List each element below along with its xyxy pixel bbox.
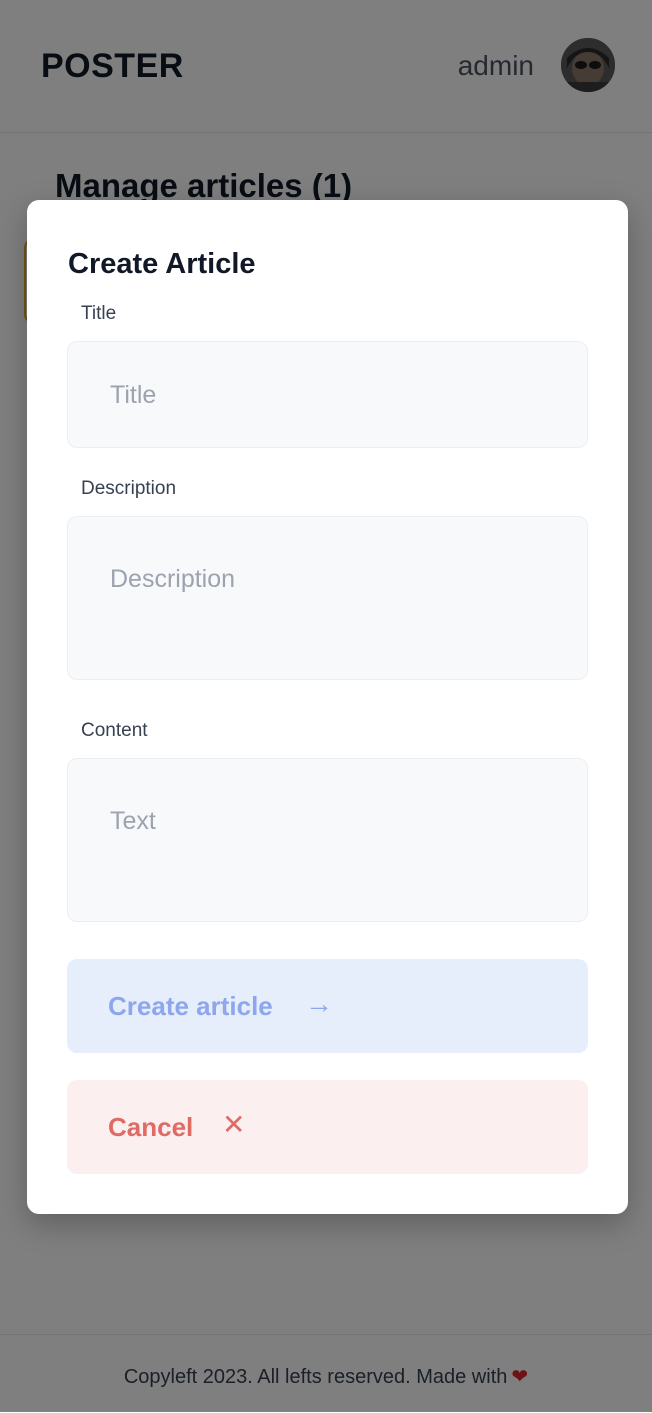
arrow-right-icon: → [305, 988, 333, 1019]
description-textarea-placeholder: Description [110, 565, 236, 593]
content-textarea-placeholder: Text [110, 807, 156, 835]
content-field-label: Content [81, 720, 148, 741]
create-article-modal: Create Article Title Title Description D… [27, 200, 628, 1214]
description-textarea[interactable]: Description [67, 516, 588, 680]
create-article-button[interactable]: Create article → [67, 959, 588, 1053]
cancel-button-label: Cancel [108, 1112, 194, 1142]
modal-title: Create Article [68, 248, 256, 280]
create-article-button-label: Create article [108, 991, 273, 1021]
cancel-button[interactable]: Cancel ✕ [67, 1080, 588, 1174]
title-field-label: Title [81, 303, 117, 324]
description-field-label: Description [81, 478, 177, 499]
content-textarea[interactable]: Text [67, 758, 588, 922]
title-input[interactable]: Title [67, 341, 588, 448]
close-icon: ✕ [222, 1109, 246, 1140]
title-input-placeholder: Title [110, 381, 157, 409]
